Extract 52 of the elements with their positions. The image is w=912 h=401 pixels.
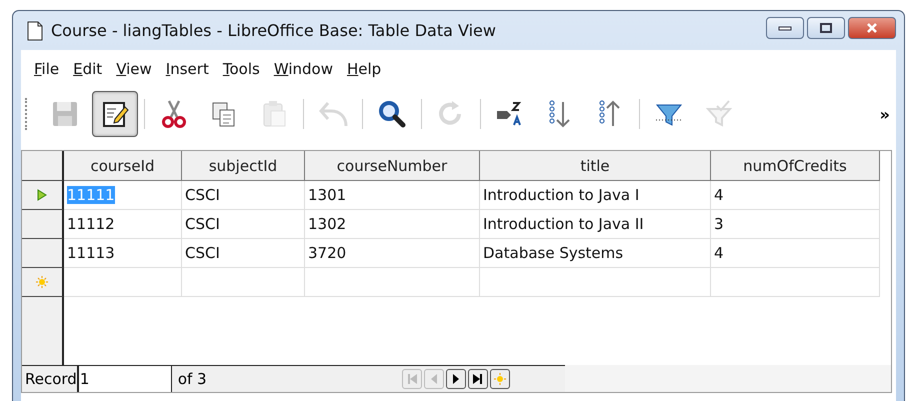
minimize-button[interactable] (766, 17, 804, 39)
next-record-button[interactable] (446, 369, 466, 389)
maximize-button[interactable] (807, 17, 845, 39)
menu-item[interactable]: Tools (216, 60, 267, 78)
new-row-icon (36, 276, 48, 288)
last-record-button[interactable] (468, 369, 488, 389)
record-count: of 3 (176, 369, 208, 390)
table-cell[interactable]: 3720 (305, 239, 480, 268)
record-label: Record (24, 369, 77, 390)
overflow-chevron[interactable]: » (880, 104, 892, 124)
record-field[interactable]: 1 (76, 366, 172, 392)
maximize-icon (819, 22, 833, 34)
new-record-icon (494, 373, 506, 385)
close-button[interactable] (848, 17, 896, 39)
table-cell[interactable]: 1301 (305, 181, 480, 210)
row-header[interactable] (22, 210, 64, 239)
table-cell[interactable]: CSCI (182, 239, 305, 268)
first-icon (406, 373, 418, 385)
column-header[interactable]: courseId (64, 151, 182, 181)
column-header[interactable]: numOfCredits (711, 151, 880, 181)
table-cell[interactable]: 11113 (64, 239, 182, 268)
menu-item[interactable]: View (109, 60, 159, 78)
row-header[interactable] (22, 239, 64, 268)
table-cell[interactable]: 4 (711, 239, 880, 268)
table-cell[interactable]: CSCI (182, 210, 305, 239)
table-cell[interactable]: Introduction to Java I (480, 181, 711, 210)
menu-item[interactable]: Help (340, 60, 388, 78)
column-header[interactable]: courseNumber (305, 151, 480, 181)
table-cell[interactable]: 11112 (64, 210, 182, 239)
new-record-button[interactable] (490, 369, 510, 389)
menu-item[interactable]: File (27, 60, 66, 78)
edit-button[interactable] (92, 91, 138, 137)
column-header[interactable]: subjectId (182, 151, 305, 181)
document-icon (27, 20, 43, 40)
row-header[interactable] (22, 181, 64, 210)
menu-item[interactable]: Edit (66, 60, 110, 78)
table-cell[interactable]: Introduction to Java II (480, 210, 711, 239)
close-icon (865, 22, 879, 34)
table-cell[interactable]: CSCI (182, 181, 305, 210)
table-cell[interactable]: Database Systems (480, 239, 711, 268)
column-header[interactable]: title (480, 151, 711, 181)
menu-item[interactable]: Insert (158, 60, 216, 78)
menu-item[interactable]: Window (266, 60, 340, 78)
last-icon (472, 373, 484, 385)
table-cell[interactable]: 3 (711, 210, 880, 239)
table-cell[interactable]: 4 (711, 181, 880, 210)
row-header[interactable] (22, 268, 64, 297)
window-title: Course - liangTables - LibreOffice Base: Table Data View (51, 21, 497, 40)
minimize-icon (778, 25, 792, 31)
table-cell[interactable]: 1302 (305, 210, 480, 239)
current-row-icon (37, 189, 47, 201)
toolbar-grip[interactable] (25, 98, 30, 130)
